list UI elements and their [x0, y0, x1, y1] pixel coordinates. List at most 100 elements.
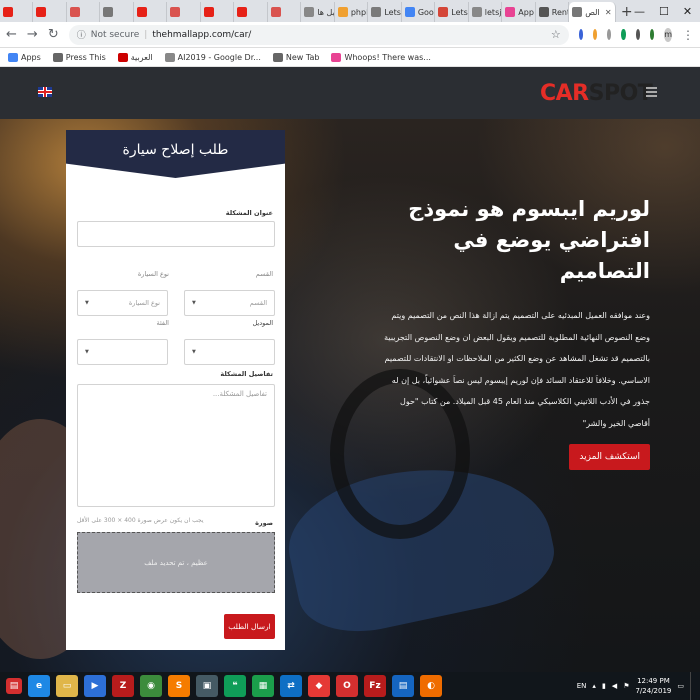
category-select[interactable]: ▼ [77, 339, 168, 365]
taskbar-sheets-icon[interactable]: ▦ [252, 675, 274, 697]
bookmark-item[interactable]: Press This [52, 52, 106, 62]
tab-favicon-icon [69, 7, 80, 17]
bookmark-item[interactable]: AI2019 - Google Dr... [164, 52, 261, 62]
taskbar-blender-icon[interactable]: ◐ [420, 675, 442, 697]
hamburger-menu-icon[interactable] [646, 87, 657, 99]
network-icon[interactable]: ▮ [602, 682, 606, 690]
window-controls: — ☐ ✕ [634, 0, 700, 22]
browser-tab[interactable]: LetsM [368, 2, 402, 22]
browser-tab[interactable] [33, 2, 67, 22]
taskbar-media-icon[interactable]: ▶ [84, 675, 106, 697]
bookmark-item[interactable]: Apps [8, 52, 41, 62]
browser-tab-strip: تحليل ها phpMy LetsM Googl LetsM letsjo App R R… [0, 0, 700, 22]
minimize-icon[interactable]: — [634, 5, 645, 18]
bookmark-label: AI2019 - Google Dr... [177, 52, 261, 62]
browser-tab[interactable] [67, 2, 101, 22]
taskbar-explorer-icon[interactable]: ▭ [56, 675, 78, 697]
browser-tab[interactable] [100, 2, 134, 22]
profile-avatar[interactable]: m [664, 27, 673, 42]
taskbar-hangouts-icon[interactable]: ❝ [224, 675, 246, 697]
taskbar-sublime-icon[interactable]: S [168, 675, 190, 697]
browser-tab[interactable]: App R [502, 2, 536, 22]
maximize-icon[interactable]: ☐ [659, 5, 669, 18]
details-label: تفاصيل المشكلة [220, 370, 273, 378]
browser-tab[interactable]: Googl [402, 2, 436, 22]
logo-part-car: CAR [540, 81, 589, 106]
browser-tab[interactable]: phpMy [335, 2, 369, 22]
taskbar-phpstorm-icon[interactable]: ▤ [392, 675, 414, 697]
browser-tab[interactable] [268, 2, 302, 22]
image-dropzone[interactable]: عظيم ، تم تحديد ملف [77, 532, 275, 593]
url-text[interactable]: thehmallapp.com/car/ [152, 30, 251, 40]
address-bar[interactable]: ⓘ Not secure | thehmallapp.com/car/ ☆ [68, 24, 569, 45]
separator: | [144, 29, 148, 40]
bookmark-item[interactable]: العربية [117, 52, 153, 62]
taskbar-filezilla-icon[interactable]: Fz [364, 675, 386, 697]
new-tab-icon[interactable]: + [620, 3, 634, 21]
close-window-icon[interactable]: ✕ [683, 5, 692, 18]
extension-icon[interactable] [635, 29, 640, 40]
tab-label: LetsM [451, 7, 468, 17]
explore-more-button[interactable]: استكشف المزيد [569, 444, 650, 470]
start-button[interactable]: ▤ [6, 678, 22, 694]
forward-icon[interactable]: → [27, 27, 38, 42]
notifications-icon[interactable]: ▭ [677, 682, 684, 690]
tab-label: phpMy [350, 7, 367, 17]
form-title: طلب إصلاح سيارة [122, 142, 229, 158]
tab-favicon-icon [538, 7, 549, 17]
taskbar-ie-icon[interactable]: e [28, 675, 50, 697]
issue-title-input[interactable] [77, 221, 275, 247]
tab-label: تحليل ها [317, 7, 335, 17]
browser-tab[interactable] [167, 2, 201, 22]
tab-favicon-icon [505, 7, 516, 17]
taskbar-chrome-icon[interactable]: ◉ [140, 675, 162, 697]
back-icon[interactable]: ← [6, 27, 17, 42]
taskbar-zynga-icon[interactable]: Z [112, 675, 134, 697]
browser-tab-active[interactable]: الص ✕ [569, 2, 616, 22]
browser-tab[interactable] [234, 2, 268, 22]
browser-tab[interactable] [201, 2, 235, 22]
close-tab-icon[interactable]: ✕ [605, 8, 612, 17]
tab-favicon-icon [3, 7, 13, 17]
extension-icon[interactable] [607, 29, 612, 40]
extension-icon[interactable] [592, 29, 598, 40]
browser-tab[interactable]: تحليل ها [301, 2, 335, 22]
extension-icon[interactable] [621, 29, 626, 40]
image-hint: يجب ان يكون عرض صورة 400 × 300 على الأقل [77, 517, 204, 524]
flag-icon[interactable]: ⚑ [623, 682, 629, 690]
submit-request-button[interactable]: ارسال الطلب [224, 614, 275, 639]
make-select[interactable]: القسم ▼ [184, 290, 275, 316]
details-textarea[interactable]: تفاصيل المشكلة... [77, 384, 275, 507]
carspot-logo[interactable]: CARSPOT [540, 81, 653, 106]
show-desktop-button[interactable] [690, 672, 694, 700]
language-indicator[interactable]: EN [577, 682, 587, 690]
extension-icon[interactable] [649, 29, 655, 40]
browser-tab[interactable] [0, 2, 34, 22]
bookmark-label: Whoops! There was... [344, 52, 431, 62]
bookmark-star-icon[interactable]: ☆ [551, 28, 561, 41]
reload-icon[interactable]: ↻ [48, 27, 59, 42]
browser-tab[interactable] [134, 2, 168, 22]
taskbar-teamviewer-icon[interactable]: ⇄ [280, 675, 302, 697]
taskbar-anydesk-icon[interactable]: ◆ [308, 675, 330, 697]
system-tray: EN ▴ ▮ ◀ ⚑ 12:49 PM 7/24/2019 ▭ [577, 672, 694, 700]
tray-chevron-icon[interactable]: ▴ [592, 682, 596, 690]
volume-icon[interactable]: ◀ [612, 682, 617, 690]
browser-tab[interactable]: letsjo [469, 2, 503, 22]
menu-icon[interactable]: ⋮ [682, 28, 694, 42]
clock[interactable]: 12:49 PM 7/24/2019 [635, 676, 671, 696]
extension-icon[interactable] [578, 29, 583, 40]
uk-flag-icon[interactable] [38, 87, 52, 97]
taskbar-opera-icon[interactable]: O [336, 675, 358, 697]
taskbar-tool-icon[interactable]: ▣ [196, 675, 218, 697]
logo-part-spot: SPOT [588, 81, 653, 106]
tab-label: LetsM [384, 7, 401, 17]
bookmark-item[interactable]: New Tab [272, 52, 319, 62]
browser-tab[interactable]: LetsM [435, 2, 469, 22]
bookmark-item[interactable]: Whoops! There was... [331, 52, 431, 62]
model-select[interactable]: ▼ [184, 339, 275, 365]
tab-label: Googl [417, 7, 434, 17]
car-type-select[interactable]: نوع السيارة ▼ [77, 290, 168, 316]
browser-tab[interactable]: Rent It [536, 2, 570, 22]
info-icon[interactable]: ⓘ [77, 28, 86, 41]
